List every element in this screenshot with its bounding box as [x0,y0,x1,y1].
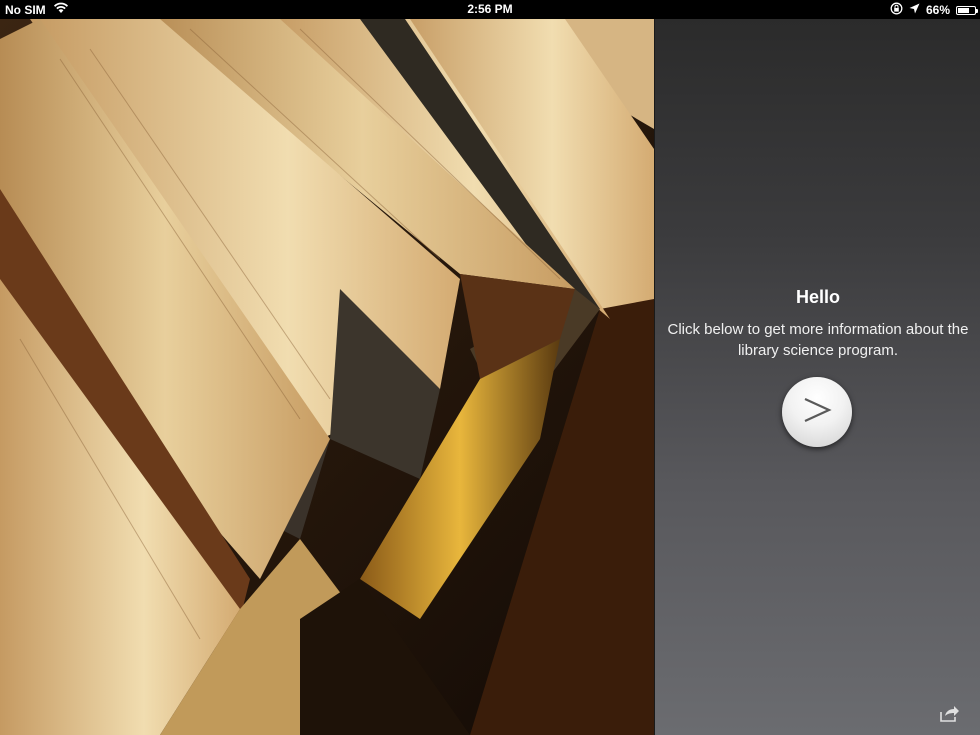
clock: 2:56 PM [467,2,513,16]
rotation-lock-icon [890,2,903,18]
status-bar: No SIM 2:56 PM 66% [0,0,980,19]
location-arrow-icon [909,3,920,17]
battery-percent: 66% [925,3,950,17]
info-panel: Hello Click below to get more informatio… [654,19,980,735]
chevron-right-icon [800,393,834,432]
battery-fill [958,7,969,13]
share-icon [938,706,960,727]
battery-icon [956,5,978,15]
status-right: 66% [890,2,978,18]
panel-description: Click below to get more information abou… [667,321,969,359]
share-button[interactable] [938,705,960,723]
books-photo [0,19,654,735]
panel-title: Hello [795,287,840,307]
next-button[interactable] [782,377,852,447]
